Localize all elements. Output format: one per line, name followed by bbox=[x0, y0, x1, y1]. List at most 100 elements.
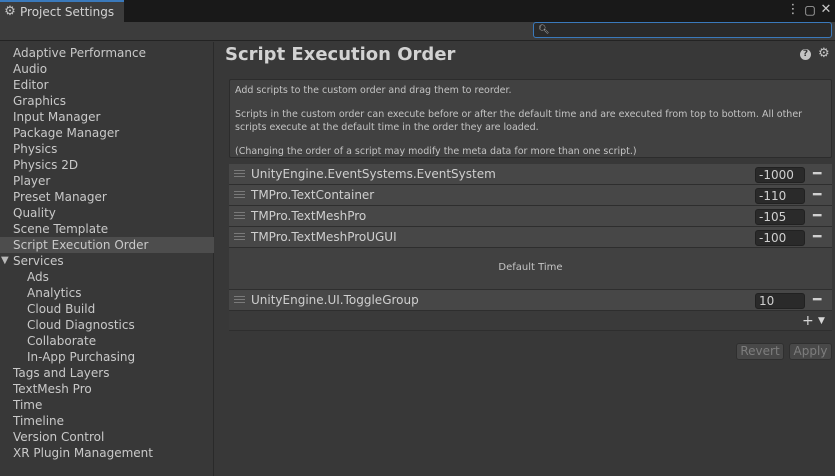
sidebar-item-label: Editor bbox=[13, 78, 49, 92]
sidebar-item-label: TextMesh Pro bbox=[13, 382, 92, 396]
sidebar-item-label: Audio bbox=[13, 62, 48, 76]
sidebar-item-label: Cloud Diagnostics bbox=[27, 318, 135, 332]
sidebar-item-adaptive-performance[interactable]: Adaptive Performance bbox=[0, 45, 214, 61]
remove-icon[interactable]: ━ bbox=[813, 290, 821, 310]
sidebar-item-quality[interactable]: Quality bbox=[0, 205, 214, 221]
execution-order-field[interactable] bbox=[755, 230, 805, 246]
sidebar-item-analytics[interactable]: Analytics bbox=[0, 285, 214, 301]
execution-order-field[interactable] bbox=[755, 293, 805, 309]
settings-sidebar: Adaptive Performance Audio Editor Graphics I… bbox=[0, 42, 214, 476]
remove-icon[interactable]: ━ bbox=[813, 185, 821, 205]
sidebar-item-label: Preset Manager bbox=[13, 190, 107, 204]
default-time-section: Default Time bbox=[229, 248, 832, 290]
sidebar-item-player[interactable]: Player bbox=[0, 173, 214, 189]
sidebar-item-label: Graphics bbox=[13, 94, 66, 108]
add-script-icon[interactable]: + bbox=[802, 311, 814, 331]
title-bar: ⚙ Project Settings ⋮ ▢ ✕ bbox=[0, 0, 835, 22]
execution-order-field[interactable] bbox=[755, 188, 805, 204]
search-input[interactable] bbox=[548, 23, 828, 37]
sidebar-item-label: Cloud Build bbox=[27, 302, 96, 316]
script-row[interactable]: UnityEngine.UI.ToggleGroup ━ bbox=[229, 290, 832, 311]
sidebar-item-audio[interactable]: Audio bbox=[0, 61, 214, 77]
sidebar-item-collaborate[interactable]: Collaborate bbox=[0, 333, 214, 349]
info-text-1: Add scripts to the custom order and drag… bbox=[235, 85, 512, 96]
sidebar-item-label: Collaborate bbox=[27, 334, 97, 348]
sidebar-item-label: XR Plugin Management bbox=[13, 446, 153, 460]
script-row[interactable]: TMPro.TextMeshPro ━ bbox=[229, 206, 832, 227]
tab-title: Project Settings bbox=[20, 5, 115, 19]
sidebar-item-xr-plugin-management[interactable]: XR Plugin Management bbox=[0, 445, 214, 461]
sidebar-item-label: In-App Purchasing bbox=[27, 350, 136, 364]
sidebar-item-label: Input Manager bbox=[13, 110, 101, 124]
sidebar-item-scene-template[interactable]: Scene Template bbox=[0, 221, 214, 237]
help-icon[interactable]: ? bbox=[800, 49, 811, 60]
script-name: TMPro.TextContainer bbox=[251, 188, 375, 202]
remove-icon[interactable]: ━ bbox=[813, 206, 821, 226]
script-name: TMPro.TextMeshPro bbox=[251, 209, 367, 223]
maximize-icon[interactable]: ▢ bbox=[802, 2, 818, 18]
close-icon[interactable]: ✕ bbox=[818, 2, 834, 18]
info-text-3: (Changing the order of a script may modi… bbox=[235, 146, 637, 157]
sidebar-item-editor[interactable]: Editor bbox=[0, 77, 214, 93]
search-toolbar: 🔍︎ bbox=[0, 22, 835, 41]
drag-handle-icon[interactable] bbox=[234, 212, 245, 221]
sidebar-item-script-execution-order[interactable]: Script Execution Order bbox=[0, 237, 214, 253]
info-text-2: Scripts in the custom order can execute … bbox=[235, 109, 803, 133]
script-row[interactable]: TMPro.TextMeshProUGUI ━ bbox=[229, 227, 832, 248]
script-name: TMPro.TextMeshProUGUI bbox=[251, 230, 397, 244]
execution-order-field[interactable] bbox=[755, 209, 805, 225]
sidebar-item-package-manager[interactable]: Package Manager bbox=[0, 125, 214, 141]
sidebar-item-graphics[interactable]: Graphics bbox=[0, 93, 214, 109]
sidebar-item-physics[interactable]: Physics bbox=[0, 141, 214, 157]
sidebar-item-tags-and-layers[interactable]: Tags and Layers bbox=[0, 365, 214, 381]
sidebar-item-services[interactable]: ▼ Services bbox=[0, 253, 214, 269]
sidebar-item-cloud-diagnostics[interactable]: Cloud Diagnostics bbox=[0, 317, 214, 333]
sidebar-item-label: Scene Template bbox=[13, 222, 109, 236]
sidebar-item-ads[interactable]: Ads bbox=[0, 269, 214, 285]
sidebar-item-timeline[interactable]: Timeline bbox=[0, 413, 214, 429]
settings-gear-icon[interactable]: ⚙ bbox=[818, 46, 830, 62]
search-box[interactable]: 🔍︎ bbox=[533, 22, 832, 38]
sidebar-item-input-manager[interactable]: Input Manager bbox=[0, 109, 214, 125]
script-row[interactable]: TMPro.TextContainer ━ bbox=[229, 185, 832, 206]
sidebar-item-preset-manager[interactable]: Preset Manager bbox=[0, 189, 214, 205]
sidebar-item-time[interactable]: Time bbox=[0, 397, 214, 413]
drag-handle-icon[interactable] bbox=[234, 296, 245, 305]
sidebar-item-label: Time bbox=[13, 398, 43, 412]
remove-icon[interactable]: ━ bbox=[813, 227, 821, 247]
sidebar-item-label: Timeline bbox=[13, 414, 65, 428]
sidebar-item-cloud-build[interactable]: Cloud Build bbox=[0, 301, 214, 317]
script-name: UnityEngine.UI.ToggleGroup bbox=[251, 293, 419, 307]
sidebar-item-version-control[interactable]: Version Control bbox=[0, 429, 214, 445]
drag-handle-icon[interactable] bbox=[234, 170, 245, 179]
sidebar-item-textmesh-pro[interactable]: TextMesh Pro bbox=[0, 381, 214, 397]
sidebar-item-in-app-purchasing[interactable]: In-App Purchasing bbox=[0, 349, 214, 365]
info-box: Add scripts to the custom order and drag… bbox=[229, 79, 832, 158]
drag-handle-icon[interactable] bbox=[234, 233, 245, 242]
sidebar-item-label: Version Control bbox=[13, 430, 105, 444]
sidebar-item-physics-2d[interactable]: Physics 2D bbox=[0, 157, 214, 173]
sidebar-item-label: Adaptive Performance bbox=[13, 46, 146, 60]
execution-order-field[interactable] bbox=[755, 167, 805, 183]
list-footer: + ▼ bbox=[229, 311, 832, 331]
revert-button[interactable]: Revert bbox=[736, 343, 784, 360]
sidebar-item-label: Tags and Layers bbox=[13, 366, 110, 380]
script-row[interactable]: UnityEngine.EventSystems.EventSystem ━ bbox=[229, 164, 832, 185]
apply-button[interactable]: Apply bbox=[789, 343, 832, 360]
sidebar-item-label: Ads bbox=[27, 270, 49, 284]
kebab-menu-icon[interactable]: ⋮ bbox=[785, 2, 801, 18]
drag-handle-icon[interactable] bbox=[234, 191, 245, 200]
sidebar-item-label: Services bbox=[13, 254, 64, 268]
add-dropdown-arrow-icon[interactable]: ▼ bbox=[818, 311, 825, 331]
gear-icon: ⚙ bbox=[4, 4, 16, 19]
sidebar-item-label: Analytics bbox=[27, 286, 82, 300]
remove-icon[interactable]: ━ bbox=[813, 164, 821, 184]
sidebar-item-label: Script Execution Order bbox=[13, 238, 149, 252]
project-settings-tab[interactable]: ⚙ Project Settings bbox=[0, 0, 124, 22]
default-time-label: Default Time bbox=[498, 262, 563, 273]
expand-arrow-icon[interactable]: ▼ bbox=[1, 253, 9, 269]
script-name: UnityEngine.EventSystems.EventSystem bbox=[251, 167, 496, 181]
page-title: Script Execution Order bbox=[225, 44, 456, 65]
sidebar-item-label: Quality bbox=[13, 206, 56, 220]
sidebar-item-label: Package Manager bbox=[13, 126, 120, 140]
